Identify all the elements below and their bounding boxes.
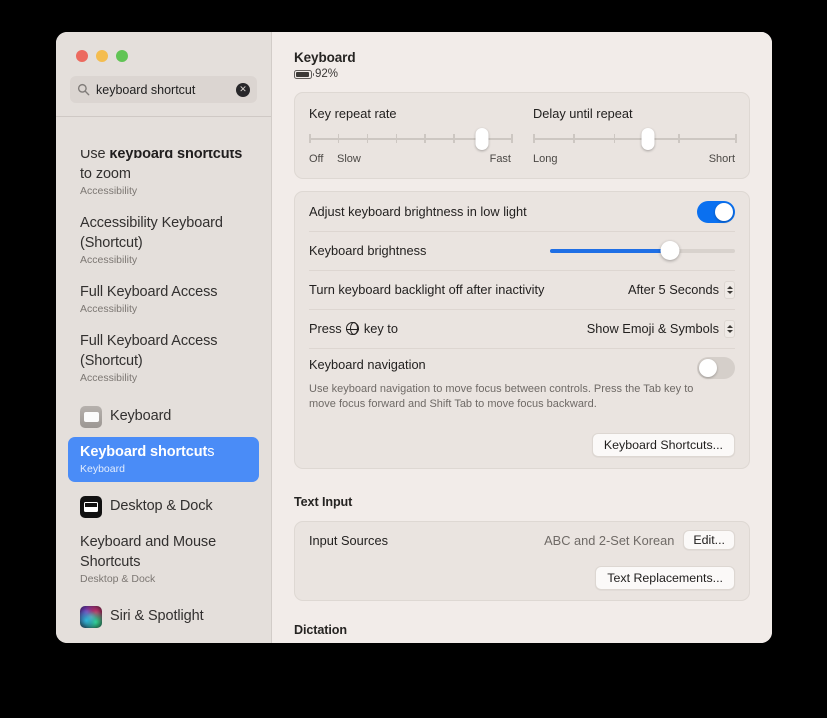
result-title: Use keyboard shortcuts to zoom — [80, 150, 243, 182]
text-replacements-button-row: Text Replacements... — [295, 558, 749, 600]
result-title: Siri — [80, 642, 247, 643]
result-title: Keyboard — [110, 408, 172, 424]
text-input-card: Input Sources ABC and 2-Set Korean Edit.… — [294, 521, 750, 601]
key-repeat-rate-slider[interactable] — [309, 128, 513, 150]
search-input[interactable]: keyboard shortcut — [96, 83, 230, 97]
result-subtitle: Accessibility — [80, 185, 138, 197]
input-sources-value: ABC and 2-Set Korean — [544, 532, 675, 548]
siri-app-icon — [80, 606, 102, 628]
search-results-list: Use keyboard shortcuts to zoom Accessibi… — [56, 150, 271, 643]
text-input-heading: Text Input — [294, 495, 353, 509]
keyboard-shortcuts-button[interactable]: Keyboard Shortcuts... — [591, 433, 735, 457]
tick-label: Fast — [489, 153, 511, 165]
result-title: Keyboard shortcuts — [80, 444, 215, 460]
keyboard-navigation-description: Use keyboard navigation to move focus be… — [309, 383, 694, 410]
keyboard-settings-card: Adjust keyboard brightness in low light … — [294, 191, 750, 469]
result-subtitle: Keyboard — [80, 463, 125, 475]
input-sources-row: Input Sources ABC and 2-Set Korean Edit.… — [295, 522, 749, 558]
minimize-button[interactable] — [96, 50, 108, 62]
chevron-updown-icon — [724, 319, 735, 338]
sidebar-divider — [56, 116, 271, 117]
backlight-off-label: Turn keyboard backlight off after inacti… — [309, 282, 545, 297]
keyboard-brightness-row: Keyboard brightness — [295, 231, 749, 270]
keyboard-brightness-slider[interactable] — [550, 240, 735, 260]
search-icon — [77, 83, 90, 96]
clear-icon[interactable]: ✕ — [236, 82, 250, 97]
backlight-off-row: Turn keyboard backlight off after inacti… — [295, 270, 749, 309]
keyboard-navigation-row: Keyboard navigation Use keyboard navigat… — [295, 348, 749, 424]
desktop-dock-app-icon — [80, 496, 102, 518]
globe-key-popup-button[interactable]: Show Emoji & Symbols — [586, 319, 735, 338]
search-field[interactable]: keyboard shortcut ✕ — [70, 76, 257, 103]
sidebar: keyboard shortcut ✕ Use keyboard shortcu… — [56, 32, 272, 643]
globe-key-value: Show Emoji & Symbols — [586, 321, 719, 336]
delay-until-repeat-label: Delay until repeat — [533, 106, 633, 121]
sidebar-item-keyboard[interactable]: Keyboard — [68, 400, 259, 433]
backlight-off-popup-button[interactable]: After 5 Seconds — [627, 280, 735, 299]
slider-thumb[interactable] — [660, 240, 680, 260]
keyboard-navigation-toggle[interactable] — [697, 357, 735, 379]
slider-thumb[interactable] — [475, 128, 489, 150]
result-subtitle: Accessibility — [80, 372, 138, 384]
globe-key-label: Press key to — [309, 321, 398, 336]
globe-icon — [346, 321, 360, 336]
list-item[interactable]: Full Keyboard Access (Shortcut) Accessib… — [68, 326, 259, 391]
backlight-off-value: After 5 Seconds — [627, 282, 719, 297]
search-container: keyboard shortcut ✕ — [56, 62, 271, 103]
delay-until-repeat-block: Delay until repeat Long Short — [533, 106, 737, 167]
zoom-button[interactable] — [116, 50, 128, 62]
sidebar-item-keyboard-shortcuts[interactable]: Keyboard shortcuts Keyboard — [68, 437, 259, 482]
list-item[interactable]: Keyboard and Mouse Shortcuts Desktop & D… — [68, 527, 259, 592]
window-traffic-lights — [56, 32, 271, 62]
keyboard-app-icon — [80, 406, 102, 428]
slider-thumb[interactable] — [641, 128, 655, 150]
result-title: Keyboard and Mouse Shortcuts — [80, 534, 217, 570]
keyboard-shortcuts-button-row: Keyboard Shortcuts... — [295, 424, 749, 468]
list-item[interactable]: Use keyboard shortcuts to zoom Accessibi… — [68, 150, 259, 204]
battery-status: 92% — [294, 68, 750, 80]
delay-until-repeat-ticks: Long Short — [533, 153, 735, 167]
auto-brightness-toggle[interactable] — [697, 200, 735, 223]
result-title: Full Keyboard Access (Shortcut) — [80, 333, 218, 369]
battery-icon — [294, 69, 314, 79]
keyboard-brightness-label: Keyboard brightness — [309, 243, 427, 258]
battery-percent: 92% — [315, 68, 339, 80]
result-title: Full Keyboard Access — [80, 284, 218, 300]
main-content: Keyboard 92% Key repeat rate Off Slow Fa… — [272, 32, 772, 643]
list-item[interactable]: Accessibility Keyboard (Shortcut) Access… — [68, 208, 259, 273]
result-title: Desktop & Dock — [110, 498, 213, 514]
close-button[interactable] — [76, 50, 88, 62]
tick-label: Off — [309, 153, 324, 165]
system-settings-window: keyboard shortcut ✕ Use keyboard shortcu… — [56, 32, 772, 643]
result-subtitle: Desktop & Dock — [80, 573, 156, 585]
input-sources-label: Input Sources — [309, 532, 388, 548]
chevron-updown-icon — [724, 280, 735, 299]
list-item[interactable]: Siri Siri & Spotlight — [68, 637, 259, 643]
text-replacements-button[interactable]: Text Replacements... — [595, 566, 735, 590]
key-repeat-rate-label: Key repeat rate — [309, 106, 397, 121]
tick-label: Slow — [337, 153, 361, 165]
key-repeat-rate-block: Key repeat rate Off Slow Fast — [309, 106, 513, 167]
repeat-settings-card: Key repeat rate Off Slow Fast Delay unti… — [294, 92, 750, 179]
tick-label: Long — [533, 153, 558, 165]
globe-key-row: Press key to Show Emoji & Symbols — [295, 309, 749, 348]
dictation-heading: Dictation — [294, 623, 347, 637]
keyboard-navigation-label: Keyboard navigation — [309, 357, 426, 372]
result-title: Accessibility Keyboard (Shortcut) — [80, 215, 223, 251]
result-subtitle: Accessibility — [80, 303, 138, 315]
result-subtitle: Accessibility — [80, 254, 138, 266]
key-repeat-rate-ticks: Off Slow Fast — [309, 153, 511, 167]
auto-brightness-label: Adjust keyboard brightness in low light — [309, 204, 527, 219]
list-item[interactable]: Full Keyboard Access Accessibility — [68, 277, 259, 322]
sidebar-item-siri-spotlight[interactable]: Siri & Spotlight — [68, 600, 259, 633]
result-title: Siri & Spotlight — [110, 608, 204, 624]
delay-until-repeat-slider[interactable] — [533, 128, 737, 150]
tick-label: Short — [708, 153, 735, 165]
auto-brightness-row: Adjust keyboard brightness in low light — [295, 192, 749, 231]
page-title: Keyboard — [294, 50, 356, 65]
edit-input-sources-button[interactable]: Edit... — [683, 530, 735, 550]
sidebar-item-desktop-dock[interactable]: Desktop & Dock — [68, 490, 259, 523]
